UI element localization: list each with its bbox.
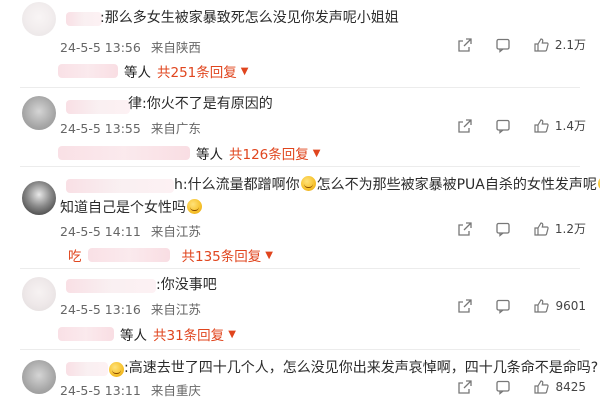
replies-prefix: 吃 [68,249,82,265]
avatar[interactable] [22,277,56,311]
comment-item: 律:你火不了是有原因的 24-5-5 13:55 来自广东 1.4万 等人 共1… [0,88,600,168]
like-count: 1.2万 [554,222,586,236]
chevron-down-icon: ▼ [228,328,236,340]
like-button[interactable]: 1.2万 [533,220,586,237]
like-button[interactable]: 8425 [533,379,586,395]
comment-location: 来自重庆 [150,383,201,398]
username-redacted [66,279,156,293]
thumbs-up-icon [534,37,549,52]
username-redacted [66,362,108,376]
share-icon[interactable] [457,379,473,395]
username-redacted [66,179,174,193]
thumbs-up-icon [534,299,550,313]
share-icon[interactable] [457,37,473,53]
comment-date: 24-5-5 13:56 [60,40,141,55]
comment-location: 来自陕西 [150,40,201,55]
comment-item: h:什么流量都蹭啊你怎么不为那些被家暴被PUA自杀的女性发声呢你 知道自己是个女… [0,167,600,267]
replies-count: 共126条回复 [229,147,309,163]
username-redacted [66,12,102,26]
thumbs-up-icon [534,221,549,236]
replies-count: 共251条回复 [157,65,237,81]
comment-location: 来自江苏 [150,224,201,239]
chevron-down-icon: ▼ [240,65,249,77]
thumbs-up-icon [534,380,550,394]
replier-names-redacted [58,146,190,160]
comment-meta: 24-5-5 13:56 来自陕西 [60,37,201,56]
replier-names-redacted [58,327,114,341]
comment-actions: 8425 [435,379,586,395]
replies-count: 共31条回复 [153,328,225,344]
comment-date: 24-5-5 13:16 [60,302,141,317]
like-count: 9601 [555,299,586,313]
replies-link[interactable]: 等人 共31条回复 ▼ [58,324,236,344]
comment-item: :高速去世了四十几个人，怎么没见你出来发声哀悼啊，四十几条命不是命吗? 24-5… [0,350,600,409]
replier-names-redacted [87,248,170,262]
comment-actions: 9601 [435,298,586,314]
like-count: 2.1万 [554,38,586,52]
comment-icon[interactable] [495,298,511,314]
smile-emoji-icon [300,176,316,191]
replier-names-redacted [58,64,118,78]
comment-date: 24-5-5 13:55 [60,121,141,136]
thumbs-up-icon [534,118,549,133]
comment-actions: 1.2万 [435,220,586,237]
share-icon[interactable] [457,298,473,314]
comment-text: 律:你火不了是有原因的 [128,96,273,112]
comment-actions: 1.4万 [435,117,586,134]
avatar[interactable] [22,360,56,394]
comment-location: 来自广东 [150,121,201,136]
comment-item: :那么多女生被家暴致死怎么没见你发声呢小姐姐 24-5-5 13:56 来自陕西… [0,0,600,81]
chevron-down-icon: ▼ [265,249,273,261]
comment-icon[interactable] [495,37,511,53]
comment-text-part: 怎么不为那些被家暴被PUA自杀的女性发声呢 [316,177,597,193]
replies-count: 共135条回复 [181,249,262,265]
avatar[interactable] [22,181,56,215]
comment-text: :你没事吧 [156,277,217,293]
avatar[interactable] [22,2,56,36]
share-icon[interactable] [457,221,473,237]
replies-link[interactable]: 吃 共135条回复 ▼ [68,245,273,265]
smile-emoji-icon [187,199,202,214]
replies-link[interactable]: 等人 共126条回复 ▼ [58,143,320,163]
comment-meta: 24-5-5 13:55 来自广东 [60,118,201,137]
like-count: 1.4万 [554,119,586,133]
comment-icon[interactable] [495,221,511,237]
avatar[interactable] [22,96,56,130]
replies-who: 等人 [196,147,223,163]
replies-who: 等人 [120,328,147,344]
comment-text-line2: 知道自己是个女性吗 [60,198,203,218]
like-button[interactable]: 1.4万 [533,117,586,134]
comment-actions: 2.1万 [435,36,586,53]
comment-item: :你没事吧 24-5-5 13:16 来自江苏 9601 等人 共31条回复 ▼ [0,269,600,349]
comment-date: 24-5-5 14:11 [60,224,141,239]
comment-date: 24-5-5 13:11 [60,383,141,398]
share-icon[interactable] [457,118,473,134]
replies-link[interactable]: 等人 共251条回复 ▼ [58,61,248,81]
chevron-down-icon: ▼ [312,147,321,159]
replies-who: 等人 [124,65,151,81]
like-button[interactable]: 9601 [533,298,586,314]
comment-meta: 24-5-5 14:11 来自江苏 [60,221,201,240]
comment-text: :高速去世了四十几个人，怎么没见你出来发声哀悼啊，四十几条命不是命吗? [124,360,599,376]
like-count: 8425 [555,380,586,394]
comment-meta: 24-5-5 13:16 来自江苏 [60,299,201,318]
comment-text-part: 知道自己是个女性吗 [60,200,186,216]
comment-location: 来自江苏 [150,302,201,317]
comment-text-part: h:什么流量都蹭啊你 [174,177,300,193]
like-button[interactable]: 2.1万 [533,36,586,53]
comment-text: h:什么流量都蹭啊你怎么不为那些被家暴被PUA自杀的女性发声呢你 [174,175,600,195]
smile-emoji-icon [109,362,124,377]
comment-meta: 24-5-5 13:11 来自重庆 [60,380,201,399]
comment-text: :那么多女生被家暴致死怎么没见你发声呢小姐姐 [100,10,399,26]
comment-icon[interactable] [495,118,511,134]
username-redacted [66,100,130,114]
comment-icon[interactable] [495,379,511,395]
